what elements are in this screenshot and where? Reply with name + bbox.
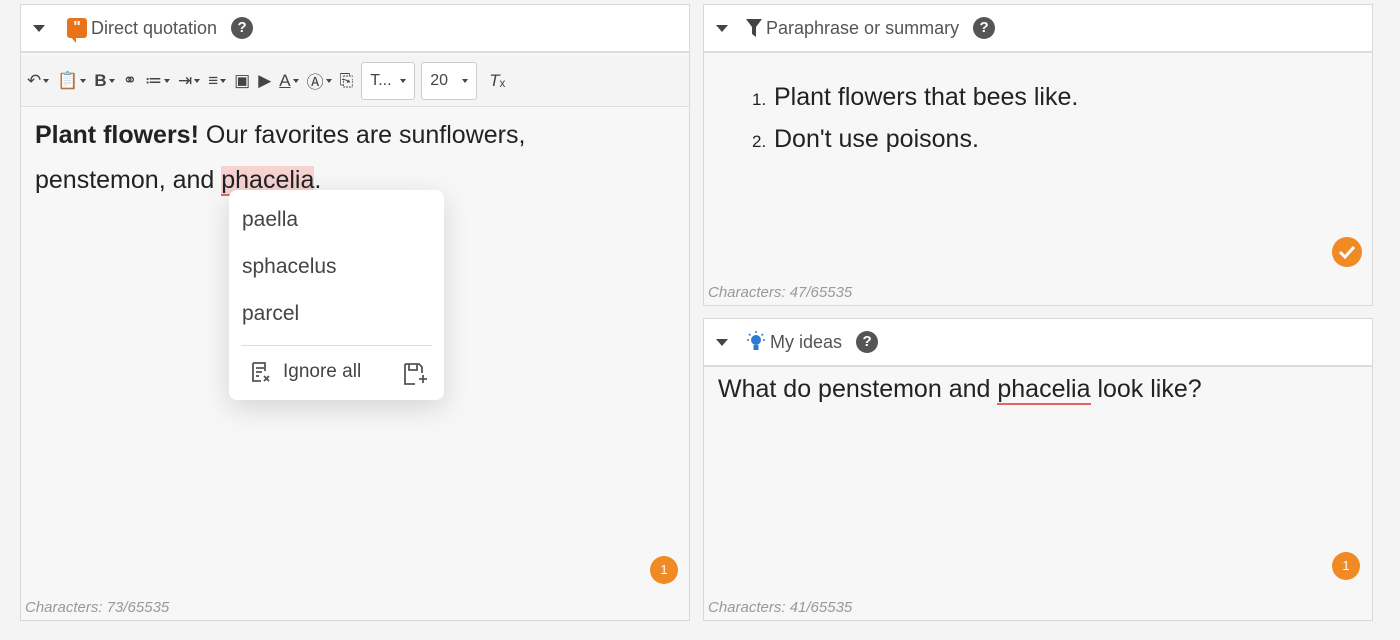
help-icon[interactable]: ?	[231, 17, 254, 39]
character-counter: Characters: 41/65535	[708, 599, 853, 616]
filter-icon	[746, 19, 762, 37]
direct-quotation-title: Direct quotation	[91, 17, 218, 38]
undo-icon[interactable]: ↶	[27, 66, 50, 96]
my-ideas-header: My ideas ?	[704, 319, 1372, 367]
add-to-dictionary-icon[interactable]	[402, 361, 428, 387]
link-icon[interactable]: ⚭	[123, 66, 137, 96]
suggestion-item[interactable]: parcel	[242, 302, 299, 326]
source-code-icon[interactable]: ⎘	[340, 66, 354, 96]
misspelled-word[interactable]: phacelia	[997, 375, 1091, 405]
paste-icon[interactable]: 📋	[57, 66, 87, 96]
youtube-icon[interactable]: ▶	[258, 66, 271, 96]
style-select[interactable]: T...	[361, 61, 416, 100]
suggestion-item[interactable]: paella	[242, 208, 298, 232]
bold-icon[interactable]: B	[94, 66, 115, 96]
collapse-icon[interactable]	[716, 24, 728, 32]
lightbulb-icon	[747, 331, 765, 350]
check-icon[interactable]	[1332, 237, 1362, 267]
numbered-list[interactable]: 1. Plant flowers that bees like. 2. Don't …	[752, 83, 1078, 167]
notification-badge[interactable]: 1	[650, 556, 678, 584]
divider	[241, 345, 432, 346]
paraphrase-header: Paraphrase or summary ?	[704, 5, 1372, 53]
character-counter: Characters: 47/65535	[708, 284, 853, 301]
highlight-color-icon[interactable]: Ⓐ	[307, 66, 332, 96]
text-color-icon[interactable]: A	[279, 66, 299, 96]
ignore-all-button[interactable]: Ignore all	[249, 360, 361, 384]
list-item: 2. Don't use poisons.	[752, 125, 979, 153]
spellcheck-popup: paella sphacelus parcel Ignore all	[229, 190, 444, 400]
numbered-list-icon[interactable]: ≔	[145, 66, 170, 96]
image-icon[interactable]: ▣	[234, 66, 250, 96]
editor-toolbar: ↶ 📋 B ⚭ ≔ ⇥ ≡ ▣ ▶ A Ⓐ ⎘ T... 20 Tₓ	[21, 55, 689, 107]
quote-icon: "	[67, 18, 87, 43]
suggestion-item[interactable]: sphacelus	[242, 255, 337, 279]
my-ideas-title: My ideas	[770, 331, 843, 352]
character-counter: Characters: 73/65535	[25, 599, 170, 616]
clear-formatting-icon[interactable]: Tₓ	[489, 66, 505, 96]
indent-icon[interactable]: ⇥	[178, 66, 201, 96]
my-ideas-editor[interactable]: What do penstemon and phacelia look like…	[718, 375, 1202, 405]
align-icon[interactable]: ≡	[208, 66, 227, 96]
font-size-select[interactable]: 20	[421, 61, 478, 100]
notification-badge[interactable]: 1	[1332, 552, 1360, 580]
help-icon[interactable]: ?	[973, 17, 996, 39]
bold-text: Plant flowers!	[35, 121, 199, 149]
paraphrase-title: Paraphrase or summary	[766, 17, 960, 38]
collapse-icon[interactable]	[33, 24, 45, 32]
my-ideas-panel: My ideas ? What do penstemon and phaceli…	[703, 318, 1373, 621]
direct-quotation-header: " Direct quotation ?	[21, 5, 689, 53]
help-icon[interactable]: ?	[856, 331, 879, 353]
ignore-icon	[252, 362, 270, 382]
paraphrase-panel: Paraphrase or summary ? 1. Plant flowers …	[703, 4, 1373, 306]
list-item: 1. Plant flowers that bees like.	[752, 83, 1079, 111]
collapse-icon[interactable]	[716, 338, 728, 346]
